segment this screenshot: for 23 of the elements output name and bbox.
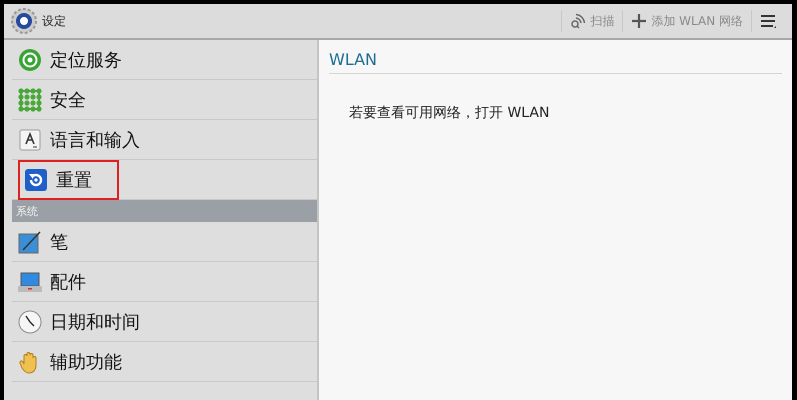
- menu-icon: [760, 13, 776, 29]
- menu-item[interactable]: 笔: [18, 222, 68, 262]
- wifi-search-icon: [570, 13, 586, 29]
- message-text: 若要查看可用网络，打开 WLAN: [349, 104, 550, 122]
- section-title: WLAN: [329, 46, 782, 74]
- keyboard-key-icon: [18, 128, 42, 152]
- section-header: 系统: [12, 200, 317, 222]
- menu-item[interactable]: 安全: [18, 80, 86, 120]
- gear-icon[interactable]: [10, 7, 38, 35]
- menu-item[interactable]: 日期和时间: [18, 302, 140, 342]
- grid-icon: [18, 88, 42, 112]
- menu-item[interactable]: 语言和输入: [18, 120, 140, 160]
- target-icon: [18, 48, 42, 72]
- window-title: 设定: [42, 12, 67, 30]
- menu-item[interactable]: 配件: [18, 262, 86, 302]
- clock-icon: [18, 310, 42, 334]
- laptop-icon: [18, 270, 42, 294]
- pen-tablet-icon: [18, 230, 42, 254]
- highlighted-menu-item[interactable]: 重置: [18, 160, 119, 200]
- plus-icon: [631, 13, 648, 29]
- menu-item[interactable]: 定位服务: [18, 40, 122, 80]
- menu-item[interactable]: 辅助功能: [18, 342, 122, 382]
- reset-icon: [24, 168, 48, 192]
